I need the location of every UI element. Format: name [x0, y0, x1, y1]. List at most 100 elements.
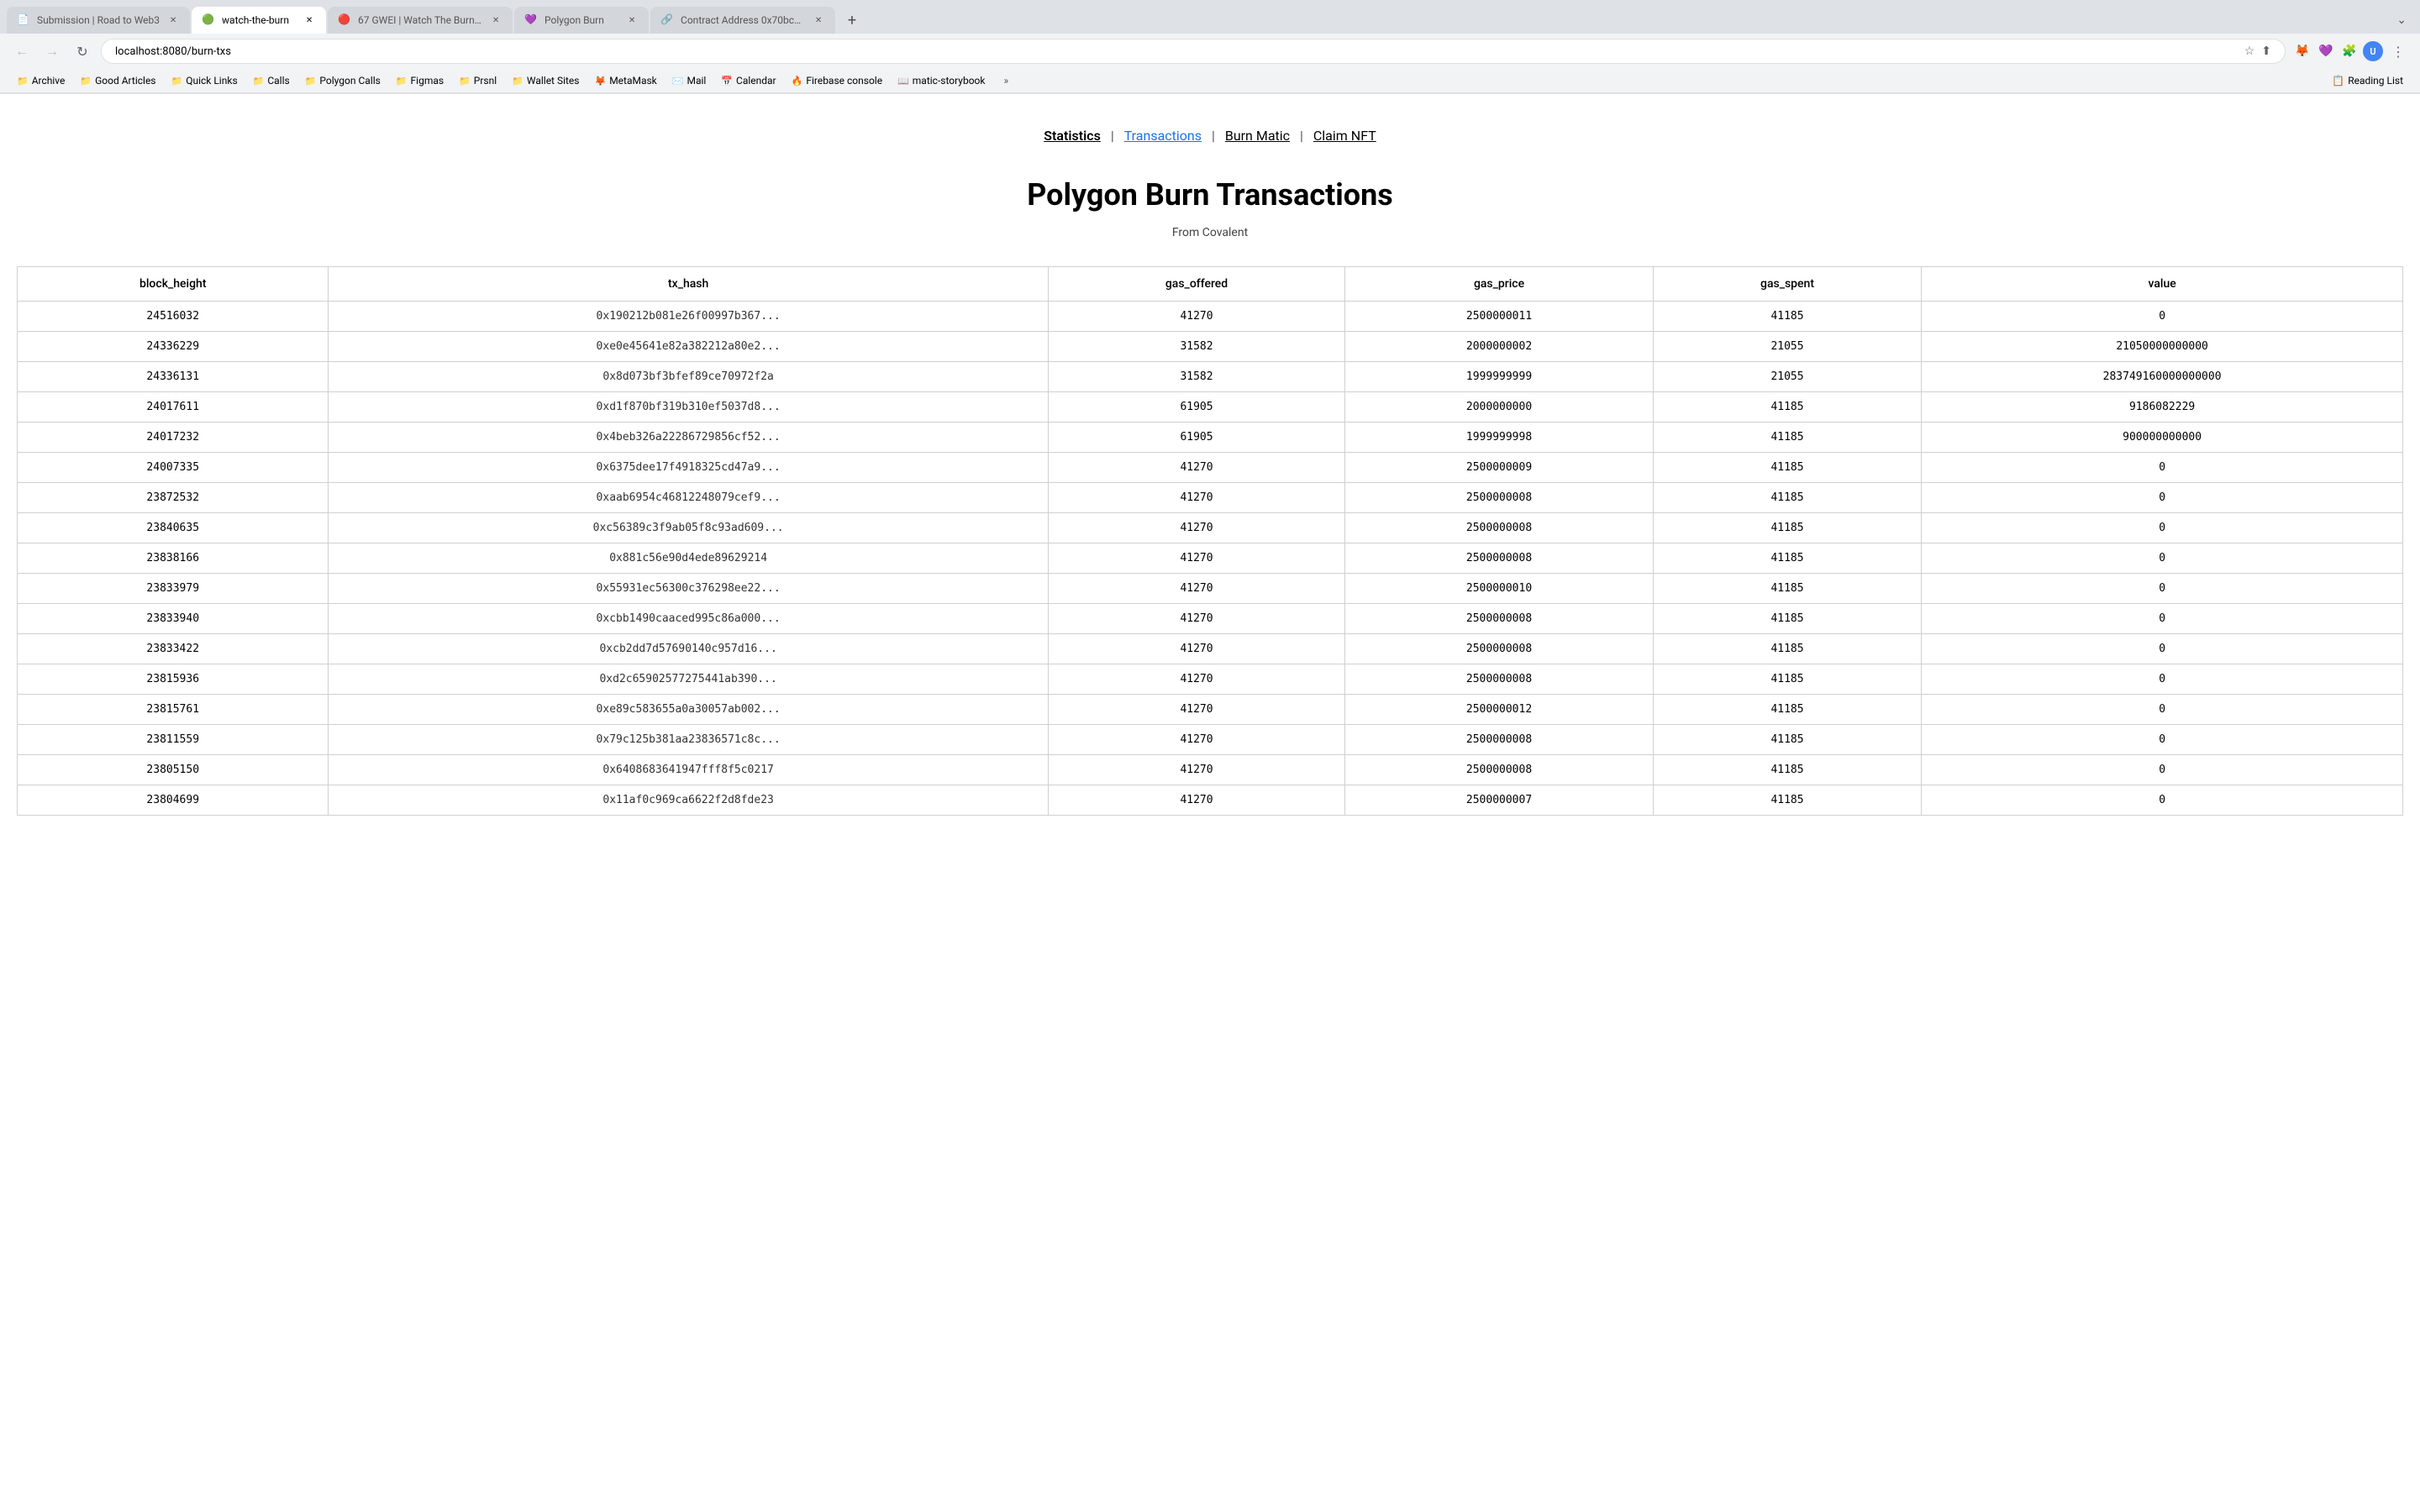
bookmark-polygon-calls[interactable]: 📁 Polygon Calls [298, 72, 387, 89]
user-avatar[interactable]: U [2363, 41, 2383, 61]
table-row: 23815761 0xe89c583655a0a30057ab002... 41… [18, 695, 2403, 725]
cell-value: 0 [1922, 574, 2403, 604]
tab-close-polygon[interactable]: ✕ [625, 13, 639, 27]
cell-tx-hash[interactable]: 0x8d073bf3bfef89ce70972f2a [329, 362, 1048, 392]
cell-gas-price: 2500000008 [1345, 483, 1654, 513]
nav-transactions[interactable]: Transactions [1124, 128, 1202, 144]
tab-close-web3[interactable]: ✕ [166, 13, 180, 27]
tab-67gwei[interactable]: 🔴 67 GWEI | Watch The Burn: EIP... ✕ [328, 7, 513, 34]
cell-gas-spent: 41185 [1653, 604, 1921, 634]
bookmark-calls[interactable]: 📁 Calls [246, 72, 297, 89]
cell-value: 0 [1922, 453, 2403, 483]
cell-block-height: 23840635 [18, 513, 329, 543]
tab-favicon-polygon: 💜 [524, 13, 538, 27]
storybook-bookmark-icon: 📖 [897, 76, 909, 87]
bookmark-good-articles[interactable]: 📁 Good Articles [73, 72, 162, 89]
cell-tx-hash[interactable]: 0x11af0c969ca6622f2d8fde23 [329, 785, 1048, 816]
new-tab-button[interactable]: + [840, 8, 864, 32]
cell-tx-hash[interactable]: 0xcbb1490caaced995c86a000... [329, 604, 1048, 634]
table-row: 24336131 0x8d073bf3bfef89ce70972f2a 3158… [18, 362, 2403, 392]
address-bar[interactable]: localhost:8080/burn-txs ☆ ⬆ [101, 39, 2286, 64]
cell-tx-hash[interactable]: 0x4beb326a22286729856cf52... [329, 423, 1048, 453]
bookmark-archive[interactable]: 📁 Archive [10, 72, 71, 89]
cell-tx-hash[interactable]: 0xe89c583655a0a30057ab002... [329, 695, 1048, 725]
bookmark-calendar[interactable]: 📅 Calendar [714, 72, 782, 89]
tab-web3[interactable]: 📄 Submission | Road to Web3 ✕ [7, 7, 190, 34]
bookmark-quick-links-label: Quick Links [186, 75, 237, 87]
cell-gas-price: 2500000008 [1345, 664, 1654, 695]
bookmark-metamask[interactable]: 🦊 MetaMask [587, 72, 663, 89]
tab-overflow-button[interactable]: ⌄ [2390, 10, 2413, 30]
reload-button[interactable]: ↻ [71, 39, 94, 63]
bookmark-overflow-button[interactable]: » [997, 72, 1015, 89]
bookmark-mail[interactable]: ✉️ Mail [666, 72, 713, 89]
chrome-menu-button[interactable]: ⋮ [2386, 39, 2410, 63]
cell-tx-hash[interactable]: 0x55931ec56300c376298ee22... [329, 574, 1048, 604]
cell-block-height: 24336229 [18, 332, 329, 362]
figmas-folder-icon: 📁 [396, 76, 408, 87]
cell-tx-hash[interactable]: 0xc56389c3f9ab05f8c93ad609... [329, 513, 1048, 543]
nav-burn-matic[interactable]: Burn Matic [1225, 128, 1290, 144]
archive-folder-icon: 📁 [17, 76, 29, 87]
cell-gas-offered: 41270 [1048, 725, 1345, 755]
bookmark-firebase-label: Firebase console [806, 75, 882, 87]
cell-tx-hash[interactable]: 0xe0e45641e82a382212a80e2... [329, 332, 1048, 362]
cell-gas-price: 2500000008 [1345, 513, 1654, 543]
cell-tx-hash[interactable]: 0x881c56e90d4ede89629214 [329, 543, 1048, 574]
bookmark-matic-storybook[interactable]: 📖 matic-storybook [891, 72, 992, 89]
cell-block-height: 23833979 [18, 574, 329, 604]
col-value: value [1922, 267, 2403, 302]
cell-tx-hash[interactable]: 0x6408683641947fff8f5c0217 [329, 755, 1048, 785]
table-row: 23833422 0xcb2dd7d57690140c957d16... 412… [18, 634, 2403, 664]
reading-list-icon: 📋 [2332, 75, 2344, 87]
cell-gas-offered: 41270 [1048, 695, 1345, 725]
bookmark-wallet-sites[interactable]: 📁 Wallet Sites [505, 72, 586, 89]
nav-statistics[interactable]: Statistics [1044, 128, 1101, 144]
tab-close-watch-burn[interactable]: ✕ [302, 13, 316, 27]
tab-polygon[interactable]: 💜 Polygon Burn ✕ [514, 7, 649, 34]
cell-gas-offered: 41270 [1048, 785, 1345, 816]
tab-close-67gwei[interactable]: ✕ [489, 13, 502, 27]
cell-tx-hash[interactable]: 0x190212b081e26f00997b367... [329, 302, 1048, 332]
bookmark-quick-links[interactable]: 📁 Quick Links [165, 72, 245, 89]
bookmark-figmas[interactable]: 📁 Figmas [389, 72, 450, 89]
cell-tx-hash[interactable]: 0xcb2dd7d57690140c957d16... [329, 634, 1048, 664]
cell-tx-hash[interactable]: 0xd1f870bf319b310ef5037d8... [329, 392, 1048, 423]
bookmark-star-icon[interactable]: ☆ [2244, 45, 2255, 58]
extensions-puzzle-icon[interactable]: 🧩 [2339, 41, 2360, 61]
back-button[interactable]: ← [10, 39, 34, 63]
metamask-fox-icon[interactable]: 🦊 [2292, 41, 2312, 61]
cell-tx-hash[interactable]: 0xaab6954c46812248079cef9... [329, 483, 1048, 513]
cell-tx-hash[interactable]: 0xd2c65902577275441ab390... [329, 664, 1048, 695]
nav-claim-nft[interactable]: Claim NFT [1313, 128, 1376, 144]
tab-watch-burn[interactable]: 🟢 watch-the-burn ✕ [192, 7, 326, 34]
bookmark-firebase[interactable]: 🔥 Firebase console [785, 72, 889, 89]
tab-favicon-contract: 🔗 [660, 13, 674, 27]
cell-gas-spent: 21055 [1653, 332, 1921, 362]
cell-value: 0 [1922, 634, 2403, 664]
col-tx-hash: tx_hash [329, 267, 1048, 302]
tab-close-contract[interactable]: ✕ [812, 13, 825, 27]
tab-contract[interactable]: 🔗 Contract Address 0x70bca57... ✕ [650, 7, 835, 34]
cell-tx-hash[interactable]: 0x6375dee17f4918325cd47a9... [329, 453, 1048, 483]
polygon-icon[interactable]: 💜 [2316, 41, 2336, 61]
share-icon[interactable]: ⬆ [2261, 45, 2271, 58]
bookmark-wallet-sites-label: Wallet Sites [527, 75, 580, 87]
cell-block-height: 24017611 [18, 392, 329, 423]
cell-gas-offered: 41270 [1048, 664, 1345, 695]
cell-gas-price: 2500000010 [1345, 574, 1654, 604]
tab-title-polygon: Polygon Burn [544, 14, 618, 26]
bookmark-prsnl[interactable]: 📁 Prsnl [452, 72, 503, 89]
firebase-bookmark-icon: 🔥 [792, 76, 803, 87]
tab-favicon-web3: 📄 [17, 13, 30, 27]
wallet-sites-folder-icon: 📁 [512, 76, 523, 87]
cell-value: 0 [1922, 725, 2403, 755]
page-content: Statistics | Transactions | Burn Matic |… [0, 94, 2420, 849]
cell-block-height: 23815761 [18, 695, 329, 725]
cell-gas-price: 2500000007 [1345, 785, 1654, 816]
table-row: 23833940 0xcbb1490caaced995c86a000... 41… [18, 604, 2403, 634]
reading-list-button[interactable]: 📋 Reading List [2325, 72, 2410, 89]
address-bar-icons: ☆ ⬆ [2244, 45, 2271, 58]
forward-button[interactable]: → [40, 39, 64, 63]
cell-tx-hash[interactable]: 0x79c125b381aa23836571c8c... [329, 725, 1048, 755]
